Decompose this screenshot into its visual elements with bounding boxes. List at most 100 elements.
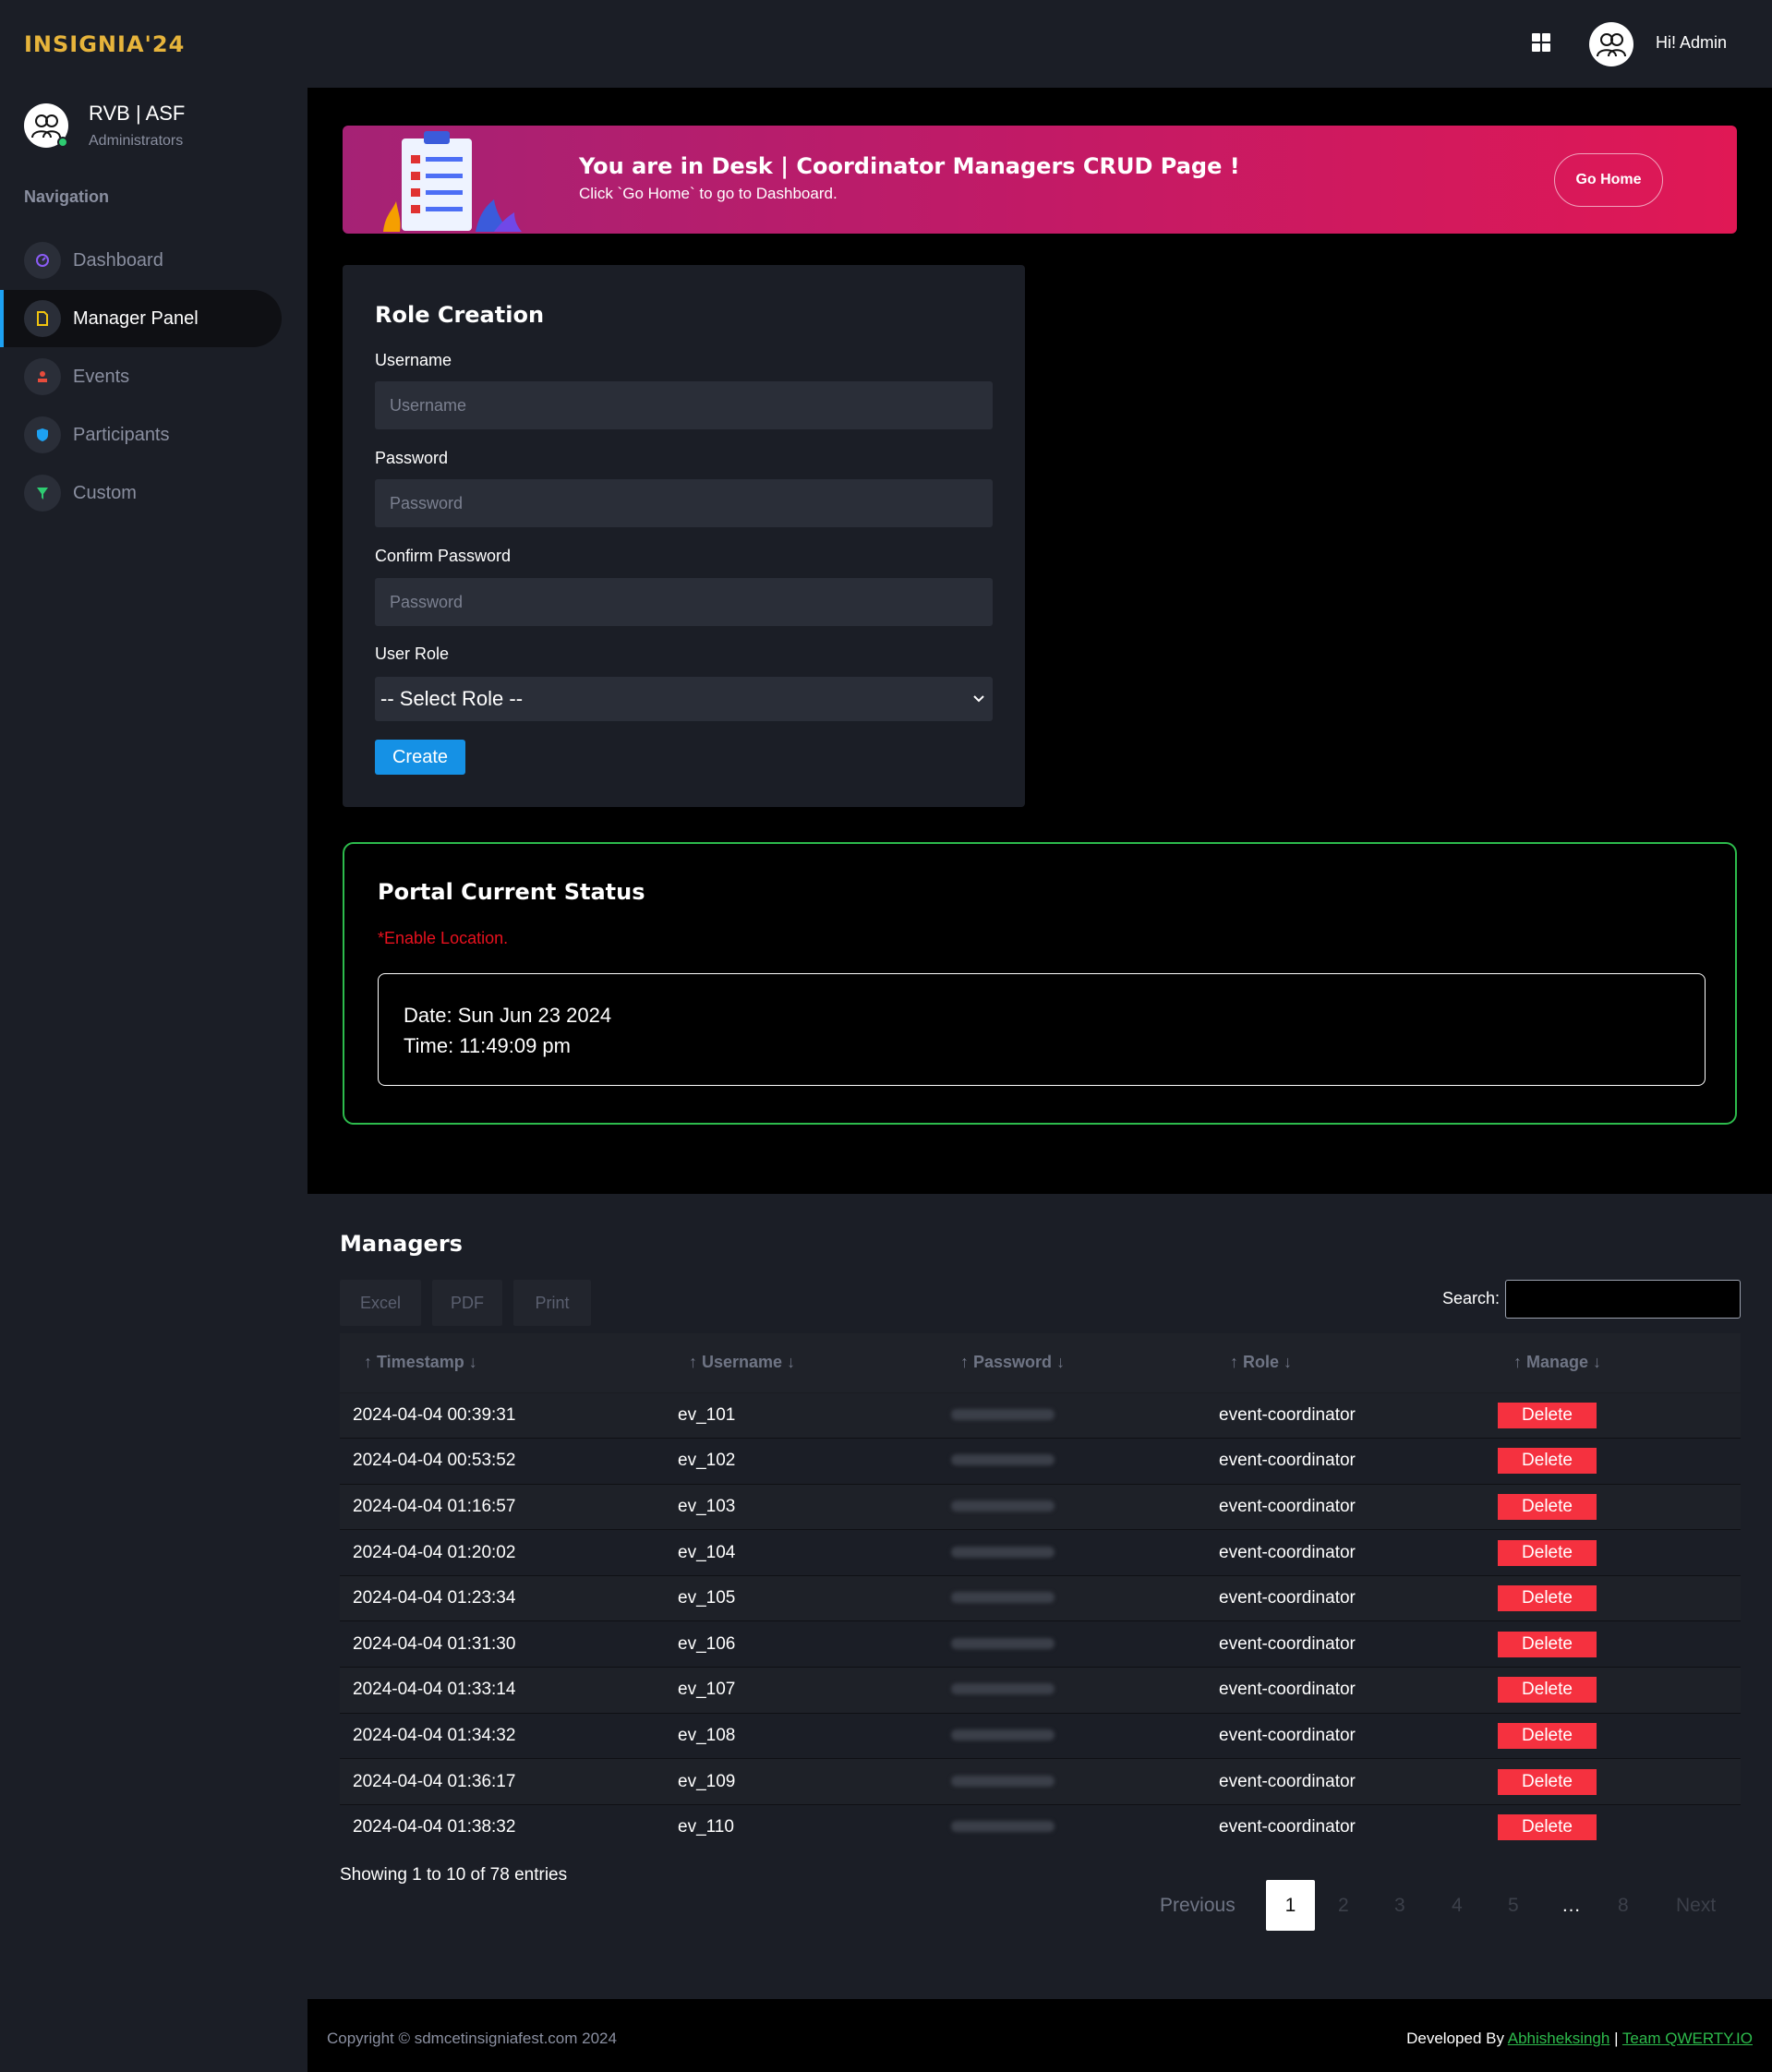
users-icon: [31, 114, 61, 139]
cell-timestamp: 2024-04-04 01:34:32: [340, 1712, 678, 1759]
delete-button[interactable]: Delete: [1498, 1539, 1597, 1566]
cell-manage: Delete: [1498, 1438, 1741, 1485]
cell-manage: Delete: [1498, 1620, 1741, 1668]
delete-button[interactable]: Delete: [1498, 1493, 1597, 1520]
footer-credits: Developed By Abhisheksingh | Team QWERTY…: [1406, 2030, 1753, 2048]
cell-username: ev_106: [678, 1620, 951, 1668]
profile-role: Administrators: [89, 133, 184, 149]
cell-username: ev_102: [678, 1438, 951, 1485]
column-header-username[interactable]: ↑ Username ↓: [678, 1333, 951, 1392]
delete-button[interactable]: Delete: [1498, 1814, 1597, 1841]
cell-username: ev_103: [678, 1483, 951, 1530]
delete-button[interactable]: Delete: [1498, 1722, 1597, 1749]
pagination-page-current[interactable]: 1: [1266, 1880, 1315, 1931]
table-row: 2024-04-04 01:20:02 ev_104 event-coordinat…: [340, 1529, 1741, 1576]
column-header-timestamp[interactable]: ↑ Timestamp ↓: [340, 1333, 678, 1392]
cell-password: [951, 1803, 1219, 1850]
delete-button[interactable]: Delete: [1498, 1677, 1597, 1704]
table-info: Showing 1 to 10 of 78 entries: [340, 1865, 568, 1885]
sidebar-nav: Dashboard Manager Panel Events Participa…: [0, 232, 282, 523]
cell-role: event-coordinator: [1219, 1483, 1501, 1530]
pdf-export-button[interactable]: PDF: [432, 1280, 502, 1326]
portal-status-title: Portal Current Status: [378, 879, 645, 905]
table-row: 2024-04-04 01:16:57 ev_103 event-coordinat…: [340, 1483, 1741, 1530]
cell-password: [951, 1438, 1219, 1485]
user-role-select[interactable]: -- Select Role --: [375, 677, 993, 721]
cell-password: [951, 1758, 1219, 1805]
file-icon: [24, 300, 61, 337]
sidebar-item-label: Dashboard: [73, 249, 163, 271]
table-row: 2024-04-04 00:53:52 ev_102 event-coordinat…: [340, 1438, 1741, 1485]
cell-timestamp: 2024-04-04 01:38:32: [340, 1803, 678, 1850]
table-row: 2024-04-04 01:33:14 ev_107 event-coordinat…: [340, 1667, 1741, 1714]
search-input[interactable]: [1505, 1280, 1741, 1319]
user-avatar[interactable]: [1589, 22, 1633, 66]
pagination-page[interactable]: 4: [1452, 1895, 1463, 1917]
apps-grid-icon[interactable]: [1532, 33, 1550, 52]
cell-timestamp: 2024-04-04 00:53:52: [340, 1438, 678, 1485]
pagination-page[interactable]: 5: [1508, 1895, 1519, 1917]
cell-timestamp: 2024-04-04 01:23:34: [340, 1574, 678, 1621]
sidebar-item-label: Events: [73, 366, 130, 387]
cell-timestamp: 2024-04-04 01:31:30: [340, 1620, 678, 1668]
cell-username: ev_108: [678, 1712, 951, 1759]
confirm-password-input[interactable]: [375, 578, 993, 626]
pagination-page[interactable]: 3: [1394, 1895, 1405, 1917]
pagination-ellipsis: …: [1561, 1895, 1581, 1916]
delete-button[interactable]: Delete: [1498, 1631, 1597, 1657]
column-header-role[interactable]: ↑ Role ↓: [1219, 1333, 1501, 1392]
username-input[interactable]: [375, 381, 993, 429]
table-row: 2024-04-04 01:23:34 ev_105 event-coordinat…: [340, 1574, 1741, 1621]
cell-timestamp: 2024-04-04 01:16:57: [340, 1483, 678, 1530]
table-row: 2024-04-04 01:34:32 ev_108 event-coordinat…: [340, 1712, 1741, 1759]
column-header-password[interactable]: ↑ Password ↓: [951, 1333, 1219, 1392]
cell-password: [951, 1620, 1219, 1668]
sidebar-item-dashboard[interactable]: Dashboard: [0, 232, 282, 289]
pagination-page[interactable]: 8: [1618, 1895, 1629, 1917]
user-role-selected: -- Select Role --: [380, 687, 524, 710]
current-date: Date: Sun Jun 23 2024: [404, 1004, 612, 1027]
pagination-page[interactable]: 2: [1338, 1895, 1349, 1917]
sidebar-item-participants[interactable]: Participants: [0, 406, 282, 464]
cell-password: [951, 1712, 1219, 1759]
delete-button[interactable]: Delete: [1498, 1768, 1597, 1795]
sidebar-item-label: Participants: [73, 424, 170, 445]
nav-section-title: Navigation: [24, 187, 110, 206]
delete-button[interactable]: Delete: [1498, 1585, 1597, 1612]
column-header-manage[interactable]: ↑ Manage ↓: [1501, 1333, 1741, 1392]
current-time: Time: 11:49:09 pm: [404, 1034, 571, 1057]
pagination-next[interactable]: Next: [1676, 1895, 1716, 1917]
cell-username: ev_107: [678, 1667, 951, 1714]
cell-manage: Delete: [1498, 1483, 1741, 1530]
password-blurred: [951, 1637, 1055, 1649]
password-blurred: [951, 1500, 1055, 1512]
managers-title: Managers: [340, 1231, 463, 1257]
go-home-button[interactable]: Go Home: [1554, 153, 1663, 207]
password-input[interactable]: [375, 479, 993, 527]
excel-export-button[interactable]: Excel: [340, 1280, 421, 1326]
delete-button[interactable]: Delete: [1498, 1448, 1597, 1475]
managers-table: ↑ Timestamp ↓ ↑ Username ↓ ↑ Password ↓ …: [340, 1333, 1741, 1850]
cell-manage: Delete: [1498, 1758, 1741, 1805]
sidebar-item-events[interactable]: Events: [0, 348, 282, 405]
print-button[interactable]: Print: [513, 1280, 591, 1326]
delete-button[interactable]: Delete: [1498, 1402, 1597, 1428]
sidebar-profile: RVB | ASF Administrators: [24, 102, 185, 150]
online-status-dot: [57, 137, 68, 148]
shield-icon: [24, 416, 61, 453]
cell-manage: Delete: [1498, 1803, 1741, 1850]
developer-link[interactable]: Abhisheksingh: [1508, 2030, 1610, 2047]
cell-manage: Delete: [1498, 1391, 1741, 1439]
sidebar: INSIGNIA'24 RVB | ASF Administrators Nav…: [0, 0, 307, 2072]
team-link[interactable]: Team QWERTY.IO: [1622, 2030, 1753, 2047]
create-button[interactable]: Create: [375, 740, 465, 775]
footer: Copyright © sdmcetinsigniafest.com 2024 …: [307, 1999, 1772, 2072]
sidebar-item-custom[interactable]: Custom: [0, 464, 282, 522]
cell-manage: Delete: [1498, 1529, 1741, 1576]
sidebar-item-manager-panel[interactable]: Manager Panel: [0, 290, 282, 347]
user-greeting[interactable]: Hi! Admin: [1656, 33, 1727, 53]
sidebar-item-label: Manager Panel: [73, 307, 199, 329]
app-logo[interactable]: INSIGNIA'24: [24, 31, 185, 57]
pagination-previous[interactable]: Previous: [1160, 1895, 1236, 1917]
cell-timestamp: 2024-04-04 01:33:14: [340, 1667, 678, 1714]
